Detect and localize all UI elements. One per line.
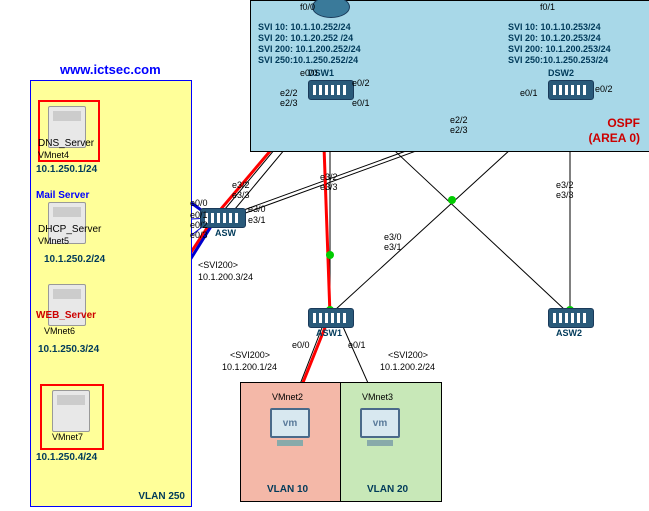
asw-e00: e0/0 <box>190 198 208 208</box>
dns-ip: 10.1.250.1/24 <box>36 164 97 175</box>
asw-e31: e3/1 <box>248 215 266 225</box>
dsw1-e02: e0/2 <box>352 78 370 88</box>
vlan20-label: VLAN 20 <box>367 484 408 495</box>
dsw2-e01: e0/1 <box>520 88 538 98</box>
dsw1-e00: e0/0 <box>300 68 318 78</box>
dsw2-svi250: SVI 250:10.1.250.253/24 <box>508 55 611 66</box>
dsw1-svi-block: SVI 10: 10.1.10.252/24 SVI 20: 10.1.20.2… <box>258 22 361 66</box>
ospf-label: OSPF <box>607 116 640 130</box>
dsw2-name: DSW2 <box>548 68 574 78</box>
area0-label: (AREA 0) <box>588 131 640 145</box>
link-e31a: e3/1 <box>384 242 402 252</box>
dsw2-svi200: SVI 200: 10.1.200.253/24 <box>508 44 611 55</box>
vmnet2-label: VMnet2 <box>272 392 303 402</box>
vmnet7-server-icon <box>52 390 90 432</box>
dsw1-e23: e2/3 <box>280 98 298 108</box>
dsw1-svi250: SVI 250:10.1.250.252/24 <box>258 55 361 66</box>
link-e33b: e3/3 <box>556 190 574 200</box>
dns-name: DNS_Server <box>38 138 94 149</box>
asw-e03: e0/3 <box>190 230 208 240</box>
web-ip: 10.1.250.3/24 <box>38 344 99 355</box>
asw2-name: ASW2 <box>556 328 582 338</box>
asw1-e01: e0/1 <box>348 340 366 350</box>
site-url: www.ictsec.com <box>60 62 161 77</box>
vlan250-label: VLAN 250 <box>138 491 185 502</box>
dsw1-e22: e2/2 <box>280 88 298 98</box>
dsw2-svi20: SVI 20: 10.1.20.253/24 <box>508 33 611 44</box>
dsw1-switch <box>308 80 354 100</box>
asw-e02: e0/2 <box>190 220 208 230</box>
asw1-svi-ip: 10.1.200.1/24 <box>222 362 277 372</box>
asw-e30: e3/0 <box>248 204 266 214</box>
dhcp-vmnet: VMnet5 <box>38 236 69 246</box>
dhcp-name: DHCP_Server <box>38 224 101 235</box>
asw-e01: e0/1 <box>190 210 208 220</box>
dsw2-e22: e2/2 <box>450 115 468 125</box>
host-vmnet3: vm <box>358 408 402 448</box>
link-e32a: e3/2 <box>320 172 338 182</box>
dsw1-svi10: SVI 10: 10.1.10.252/24 <box>258 22 361 33</box>
asw2-switch <box>548 308 594 328</box>
vm-badge-icon-2: vm <box>360 408 400 438</box>
dsw2-svi10: SVI 10: 10.1.10.253/24 <box>508 22 611 33</box>
link-e32b: e3/2 <box>556 180 574 190</box>
asw-e33: e3/3 <box>232 190 250 200</box>
dsw1-e01: e0/1 <box>352 98 370 108</box>
asw-svi-tag: <SVI200> <box>198 260 238 270</box>
vm-badge-icon: vm <box>270 408 310 438</box>
dsw2-svi-block: SVI 10: 10.1.10.253/24 SVI 20: 10.1.20.2… <box>508 22 611 66</box>
mail-title: Mail Server <box>36 190 89 201</box>
link-e33a: e3/3 <box>320 182 338 192</box>
dsw2-e02: e0/2 <box>595 84 613 94</box>
dhcp-ip: 10.1.250.2/24 <box>44 254 105 265</box>
vmnet7-ip: 10.1.250.4/24 <box>36 452 97 463</box>
port-f00: f0/0 <box>300 2 315 12</box>
dsw2-switch <box>548 80 594 100</box>
asw-e32: e3/2 <box>232 180 250 190</box>
asw1-switch <box>308 308 354 328</box>
asw1-svi-tag: <SVI200> <box>230 350 270 360</box>
asw-name: ASW <box>215 228 236 238</box>
dsw1-svi200: SVI 200: 10.1.200.252/24 <box>258 44 361 55</box>
dsw1-svi20: SVI 20: 10.1.20.252 /24 <box>258 33 361 44</box>
dsw2-e23: e2/3 <box>450 125 468 135</box>
asw1-name: ASW1 <box>316 328 342 338</box>
dns-vmnet: VMnet4 <box>38 150 69 160</box>
asw2-svi-tag: <SVI200> <box>388 350 428 360</box>
asw2-svi-ip: 10.1.200.2/24 <box>380 362 435 372</box>
host-vmnet2: vm <box>268 408 312 448</box>
vmnet7-label: VMnet7 <box>52 432 83 442</box>
vlan10-label: VLAN 10 <box>267 484 308 495</box>
vmnet3-label: VMnet3 <box>362 392 393 402</box>
web-name: WEB_Server <box>36 310 96 321</box>
link-e30a: e3/0 <box>384 232 402 242</box>
web-vmnet: VMnet6 <box>44 326 75 336</box>
asw-svi-ip: 10.1.200.3/24 <box>198 272 253 282</box>
asw1-e00: e0/0 <box>292 340 310 350</box>
port-f01: f0/1 <box>540 2 555 12</box>
